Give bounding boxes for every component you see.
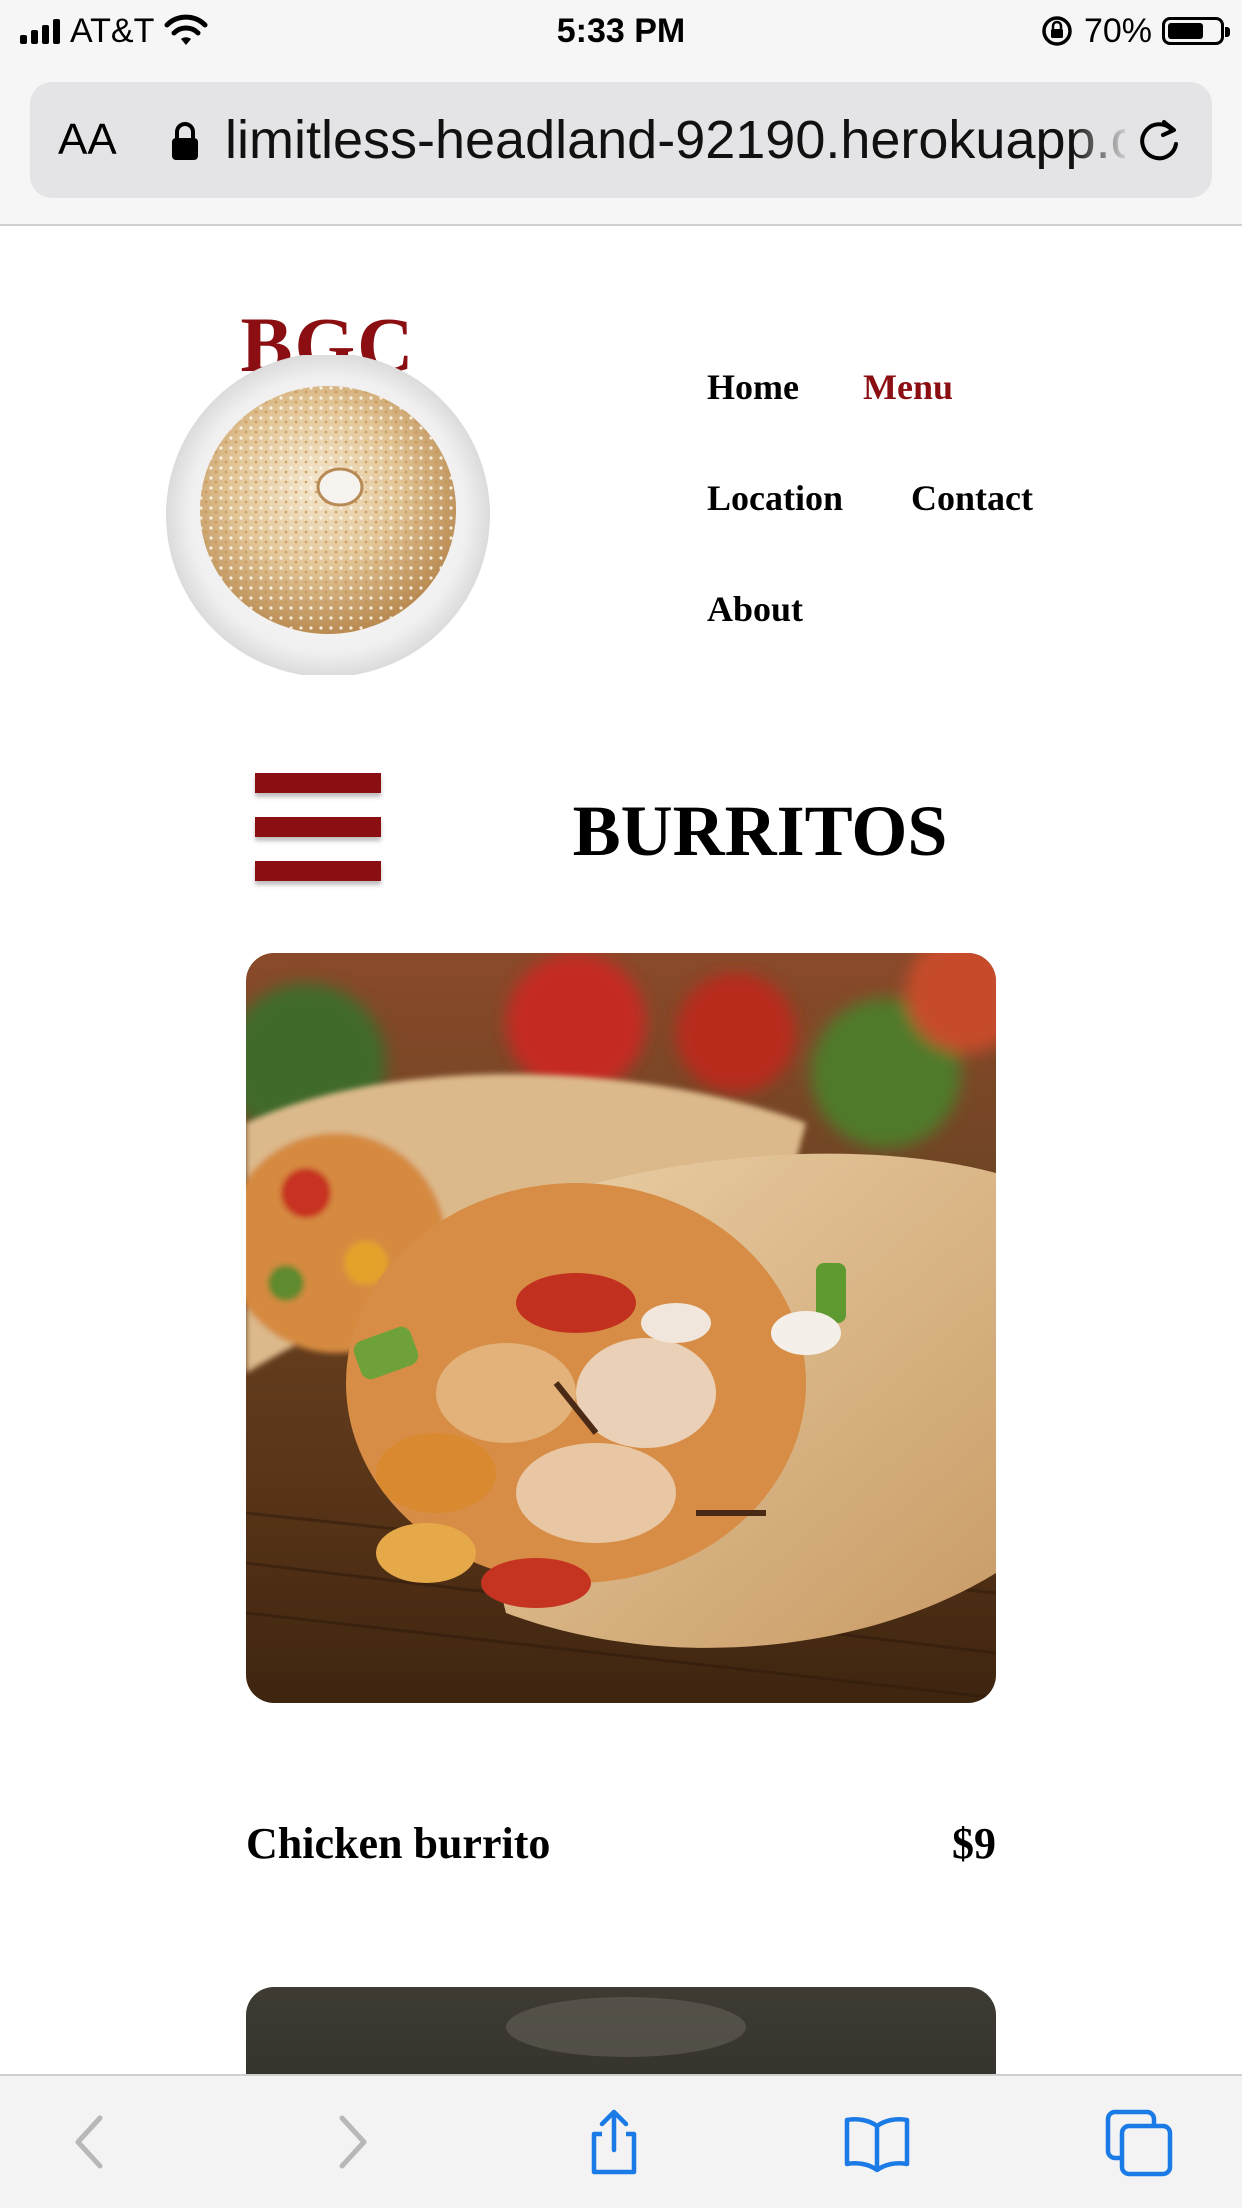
nav-location[interactable]: Location xyxy=(707,477,843,519)
address-bar[interactable]: AA limitless-headland-92190.herokuapp.co… xyxy=(30,82,1212,198)
status-bar: AT&T 5:33 PM 70% xyxy=(0,0,1242,62)
nav-contact[interactable]: Contact xyxy=(911,477,1033,519)
orientation-lock-icon xyxy=(1042,16,1072,46)
tabs-icon[interactable] xyxy=(1104,2106,1176,2178)
url-text[interactable]: limitless-headland-92190.herokuapp.com xyxy=(225,82,1125,198)
battery-percent: 70% xyxy=(1083,11,1152,50)
section-title: BURRITOS xyxy=(572,791,948,871)
nav-about[interactable]: About xyxy=(707,588,803,630)
text-size-button[interactable]: AA xyxy=(58,82,117,198)
status-right: 70% xyxy=(1040,10,1230,52)
battery-icon xyxy=(1162,17,1230,45)
bookmarks-icon[interactable] xyxy=(841,2106,913,2178)
menu-item-name: Chicken burrito xyxy=(246,1819,551,1868)
forward-icon[interactable] xyxy=(314,2106,386,2178)
share-icon[interactable] xyxy=(578,2106,650,2178)
browser-address-area: AA limitless-headland-92190.herokuapp.co… xyxy=(0,62,1242,226)
site-logo[interactable]: BGC xyxy=(158,300,498,675)
burrito-photo xyxy=(246,953,996,1703)
bagel-image xyxy=(166,355,490,675)
nav-menu[interactable]: Menu xyxy=(863,366,953,408)
hamburger-menu-icon[interactable] xyxy=(255,773,381,883)
back-icon[interactable] xyxy=(56,2106,128,2178)
menu-item-price: $9 xyxy=(952,1819,996,1868)
reload-icon[interactable] xyxy=(1134,116,1184,166)
browser-toolbar xyxy=(0,2074,1242,2208)
nav-home[interactable]: Home xyxy=(707,366,799,408)
lock-icon xyxy=(172,122,198,160)
